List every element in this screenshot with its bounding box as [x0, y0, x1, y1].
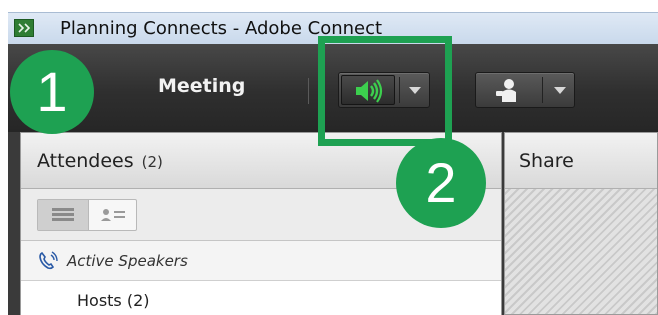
camera-dropdown-chevron-icon[interactable] — [554, 87, 566, 94]
list-view-button[interactable] — [38, 200, 88, 230]
meeting-content-area: Attendees (2) Active Speakers Hosts (2) … — [8, 132, 658, 315]
attendee-view-toggle[interactable] — [37, 199, 137, 231]
phone-speaking-icon — [39, 251, 58, 270]
detail-view-button[interactable] — [88, 200, 138, 230]
app-glyph-icon — [16, 21, 32, 35]
share-pod-title: Share — [519, 150, 574, 172]
active-speakers-row[interactable]: Active Speakers — [21, 241, 501, 281]
list-view-icon — [52, 208, 74, 221]
hosts-label: Hosts (2) — [77, 291, 150, 310]
attendee-count: (2) — [141, 153, 163, 171]
attendees-pod-title: Attendees (2) — [37, 150, 163, 173]
share-pod-header: Share — [505, 133, 657, 189]
step-two-badge: 2 — [396, 138, 486, 228]
step-one-badge: 1 — [10, 50, 94, 134]
toolbar-separator — [308, 78, 309, 104]
camera-voice-button[interactable] — [475, 72, 575, 108]
audio-button-highlight-box — [318, 36, 452, 146]
button-divider — [542, 77, 543, 103]
camera-voip-icon — [496, 79, 516, 102]
hosts-row[interactable]: Hosts (2) — [21, 281, 501, 315]
attendees-title: Attendees — [37, 150, 134, 172]
contact-card-icon — [101, 209, 125, 221]
meeting-menu[interactable]: Meeting — [158, 74, 245, 98]
share-pod: Share — [504, 132, 658, 315]
adobe-connect-app-icon — [14, 19, 34, 37]
active-speakers-label: Active Speakers — [67, 252, 188, 270]
